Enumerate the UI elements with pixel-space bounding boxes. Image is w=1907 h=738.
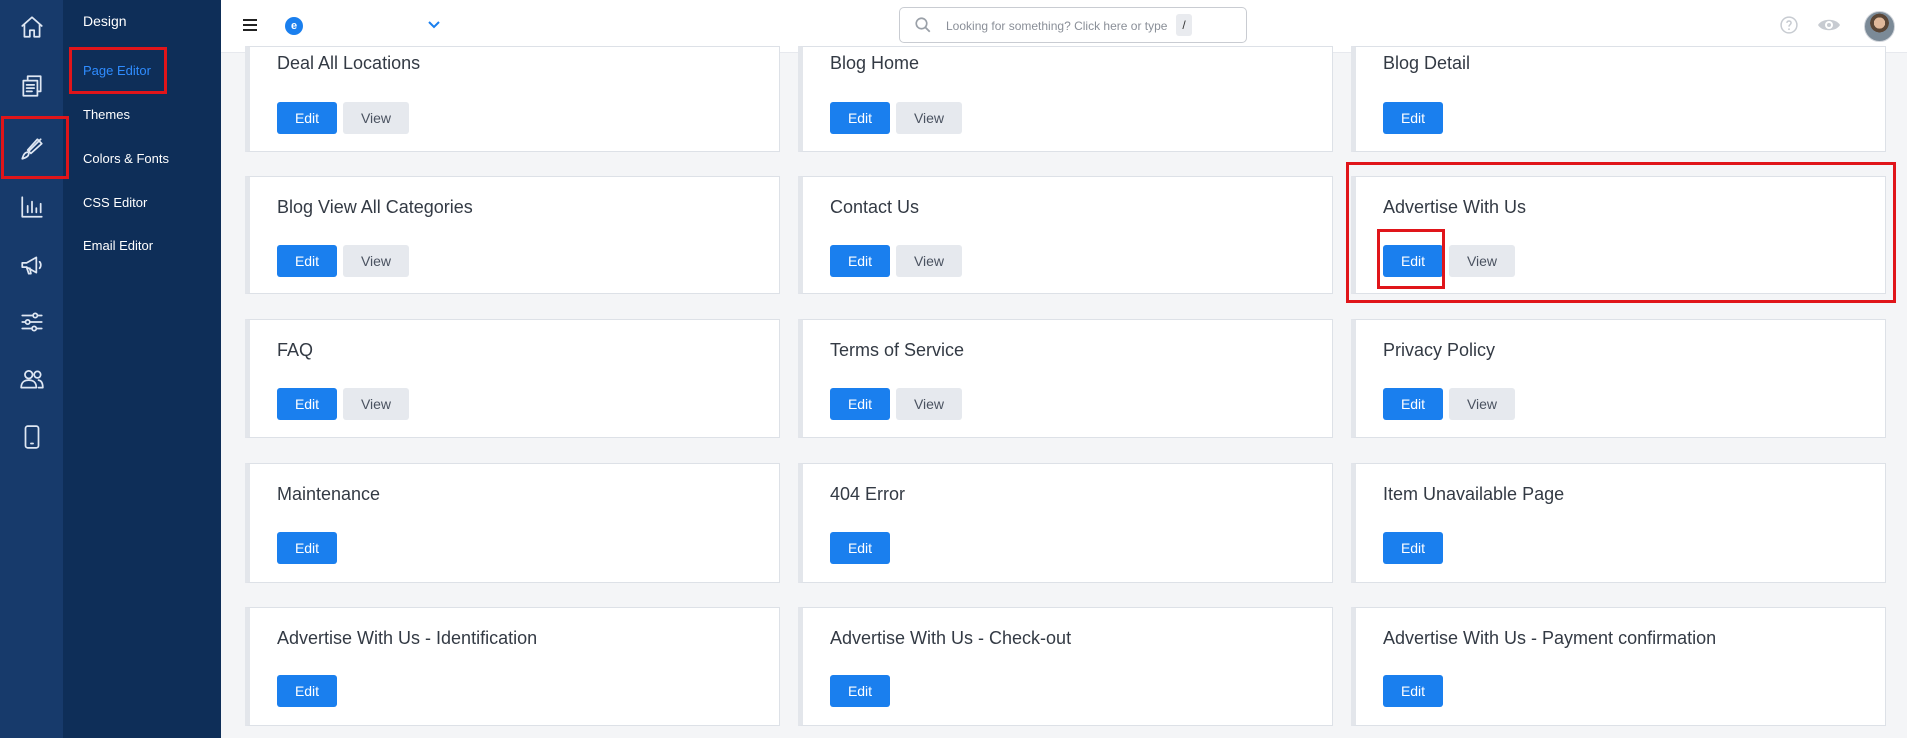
nav-users[interactable] xyxy=(0,352,63,406)
card-title: Blog Home xyxy=(830,53,920,73)
page-card: Advertise With Us - Payment confirmation… xyxy=(1351,607,1886,726)
card-title: Blog View All Categories xyxy=(277,197,473,217)
menu-icon[interactable] xyxy=(243,19,257,31)
card-title: Terms of Service xyxy=(830,340,965,360)
page-card: Blog Home Edit View xyxy=(798,46,1333,152)
edit-button[interactable]: Edit xyxy=(1383,388,1443,420)
card-title: FAQ xyxy=(277,340,314,360)
edit-button[interactable]: Edit xyxy=(277,388,337,420)
subnav-item-themes[interactable]: Themes xyxy=(83,107,130,122)
edit-button[interactable]: Edit xyxy=(830,102,890,134)
card-title: Deal All Locations xyxy=(277,53,421,73)
card-title: Advertise With Us - Check-out xyxy=(830,628,1072,648)
page-card: Maintenance Edit xyxy=(245,463,780,583)
app-logo[interactable]: e xyxy=(285,17,303,35)
edit-button[interactable]: Edit xyxy=(830,388,890,420)
subnav-item-css-editor[interactable]: CSS Editor xyxy=(83,195,147,210)
analytics-icon xyxy=(20,196,43,218)
help-icon[interactable] xyxy=(1779,15,1799,35)
page-card: Contact Us Edit View xyxy=(798,176,1333,294)
view-button[interactable]: View xyxy=(343,102,409,134)
edit-button[interactable]: Edit xyxy=(277,102,337,134)
card-title: 404 Error xyxy=(830,484,906,504)
page-card: Advertise With Us - Check-out Edit xyxy=(798,607,1333,726)
eye-icon[interactable] xyxy=(1817,16,1841,34)
nav-mobile[interactable] xyxy=(0,410,63,464)
design-subnav: Design Page Editor Themes Colors & Fonts… xyxy=(63,0,221,738)
view-button[interactable]: View xyxy=(896,102,962,134)
megaphone-icon xyxy=(20,256,42,275)
card-title: Item Unavailable Page xyxy=(1383,484,1565,504)
page-card: Deal All Locations Edit View xyxy=(245,46,780,152)
edit-button[interactable]: Edit xyxy=(1383,675,1443,707)
edit-button[interactable]: Edit xyxy=(1383,532,1443,564)
page-card: Privacy Policy Edit View xyxy=(1351,319,1886,438)
card-title: Contact Us xyxy=(830,197,920,217)
view-button[interactable]: View xyxy=(343,245,409,277)
avatar[interactable] xyxy=(1864,11,1895,42)
subnav-title: Design xyxy=(83,13,127,29)
nav-marketing[interactable] xyxy=(0,238,63,292)
search-shortcut: / xyxy=(1176,14,1192,36)
edit-button[interactable]: Edit xyxy=(1383,102,1443,134)
nav-analytics[interactable] xyxy=(0,180,63,234)
card-title: Advertise With Us - Identification xyxy=(277,628,538,648)
search-input[interactable]: Looking for something? Click here or typ… xyxy=(899,7,1247,43)
highlight-box-design-nav xyxy=(1,116,69,179)
icon-rail xyxy=(0,0,63,738)
card-title: Maintenance xyxy=(277,484,381,504)
sliders-icon xyxy=(20,312,43,332)
subnav-item-email-editor[interactable]: Email Editor xyxy=(83,238,153,253)
edit-button[interactable]: Edit xyxy=(277,245,337,277)
page-card: Blog Detail Edit xyxy=(1351,46,1886,152)
card-title: Advertise With Us - Payment confirmation xyxy=(1383,628,1717,648)
page-card: Advertise With Us - Identification Edit xyxy=(245,607,780,726)
page-card: FAQ Edit View xyxy=(245,319,780,438)
highlight-box-page-editor xyxy=(69,47,167,94)
page-card: Blog View All Categories Edit View xyxy=(245,176,780,294)
search-placeholder: Looking for something? Click here or typ… xyxy=(946,19,1168,33)
subnav-item-colors-fonts[interactable]: Colors & Fonts xyxy=(83,151,169,166)
nav-pages[interactable] xyxy=(0,59,63,113)
pages-icon xyxy=(21,75,42,97)
view-button[interactable]: View xyxy=(1449,388,1515,420)
nav-home[interactable] xyxy=(0,0,63,54)
view-button[interactable]: View xyxy=(896,388,962,420)
mobile-icon xyxy=(24,425,39,449)
page-card: 404 Error Edit xyxy=(798,463,1333,583)
highlight-box-edit-button xyxy=(1377,229,1445,289)
search-icon xyxy=(915,17,931,33)
card-title: Blog Detail xyxy=(1383,53,1471,73)
nav-settings[interactable] xyxy=(0,295,63,349)
edit-button[interactable]: Edit xyxy=(277,675,337,707)
edit-button[interactable]: Edit xyxy=(830,675,890,707)
card-title: Privacy Policy xyxy=(1383,340,1496,360)
view-button[interactable]: View xyxy=(896,245,962,277)
edit-button[interactable]: Edit xyxy=(830,532,890,564)
edit-button[interactable]: Edit xyxy=(830,245,890,277)
users-icon xyxy=(19,370,44,389)
chevron-down-icon[interactable] xyxy=(428,21,440,29)
view-button[interactable]: View xyxy=(343,388,409,420)
page-card: Terms of Service Edit View xyxy=(798,319,1333,438)
page-card: Item Unavailable Page Edit xyxy=(1351,463,1886,583)
home-icon xyxy=(20,16,43,38)
edit-button[interactable]: Edit xyxy=(277,532,337,564)
